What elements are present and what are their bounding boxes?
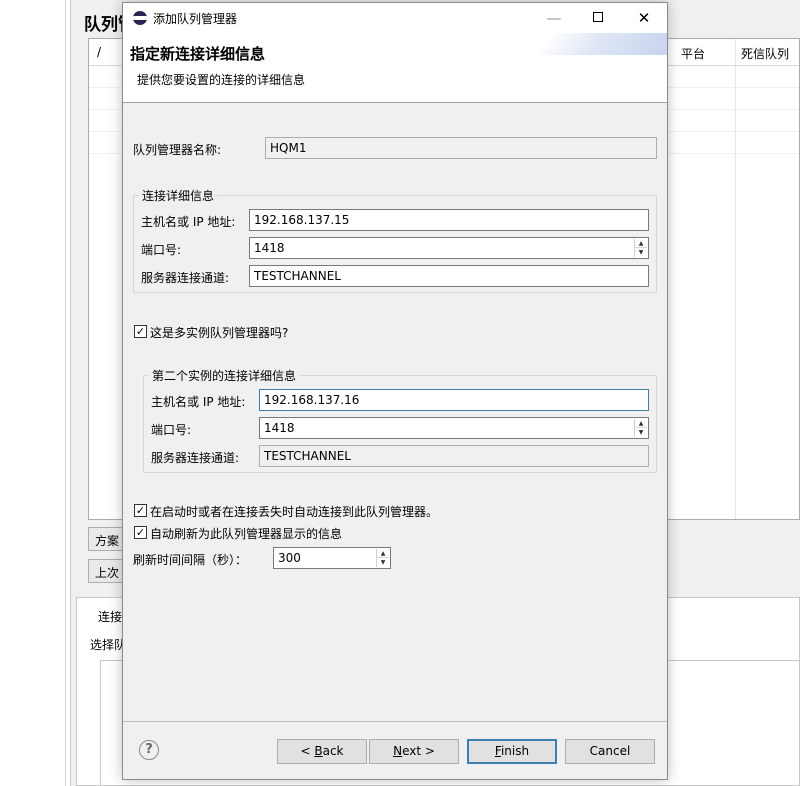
host-label: 主机名或 IP 地址: xyxy=(141,215,236,229)
auto-connect-label[interactable]: 在启动时或者在连接丢失时自动连接到此队列管理器。 xyxy=(150,503,438,520)
second-instance-legend: 第二个实例的连接详细信息 xyxy=(149,367,300,384)
maximize-icon[interactable] xyxy=(575,3,621,33)
wizard-page-title: 指定新连接详细信息 xyxy=(130,45,266,63)
spin-up-icon[interactable]: ▲ xyxy=(635,239,647,248)
qmgr-name-field: HQM1 xyxy=(265,137,657,159)
next-suffix: > xyxy=(421,744,435,758)
add-queue-manager-dialog: 添加队列管理器 — ✕ 指定新连接详细信息 提供您要设置的连接的详细信息 队列管… xyxy=(122,2,668,780)
second-port-label: 端口号: xyxy=(151,423,192,437)
column-divider xyxy=(735,39,736,519)
column-header-sort[interactable]: / xyxy=(97,45,101,59)
help-icon[interactable]: ? xyxy=(139,740,159,760)
wizard-header: 指定新连接详细信息 提供您要设置的连接的详细信息 xyxy=(123,33,667,103)
column-header-dead-letter-queue[interactable]: 死信队列 xyxy=(741,45,789,62)
spin-down-icon[interactable]: ▼ xyxy=(635,428,647,437)
auto-refresh-checkbox[interactable]: ✓ xyxy=(134,526,147,539)
refresh-spin-buttons[interactable]: ▲ ▼ xyxy=(376,549,389,567)
column-header-platform[interactable]: 平台 xyxy=(681,45,705,62)
next-button[interactable]: Next > xyxy=(369,739,459,764)
refresh-interval-spinner[interactable]: 300 ▲ ▼ xyxy=(273,547,391,569)
finish-rest: inish xyxy=(500,744,530,758)
spin-up-icon[interactable]: ▲ xyxy=(377,549,389,558)
back-rest: ack xyxy=(322,744,344,758)
second-port-spinner[interactable]: 1418 ▲ ▼ xyxy=(259,417,649,439)
minimize-icon[interactable]: — xyxy=(531,3,577,33)
spin-up-icon[interactable]: ▲ xyxy=(635,419,647,428)
auto-refresh-label[interactable]: 自动刷新为此队列管理器显示的信息 xyxy=(150,525,342,542)
host-input[interactable]: 192.168.137.15 xyxy=(249,209,649,231)
qmgr-name-label: 队列管理器名称: xyxy=(133,143,222,157)
dialog-titlebar[interactable]: 添加队列管理器 — ✕ xyxy=(123,3,667,33)
finish-button[interactable]: Finish xyxy=(467,739,557,764)
left-strip xyxy=(0,0,66,786)
next-rest: ext xyxy=(402,744,422,758)
select-label: 选择队 xyxy=(90,638,127,652)
refresh-interval-label: 刷新时间间隔（秒）： xyxy=(133,553,248,567)
second-channel-field: TESTCHANNEL xyxy=(259,445,649,467)
back-prefix: < xyxy=(300,744,315,758)
second-port-spin-buttons[interactable]: ▲ ▼ xyxy=(634,419,647,437)
auto-connect-checkbox[interactable]: ✓ xyxy=(134,504,147,517)
port-value: 1418 xyxy=(254,241,285,255)
port-spin-buttons[interactable]: ▲ ▼ xyxy=(634,239,647,257)
second-port-value: 1418 xyxy=(264,421,295,435)
wizard-page-description: 提供您要设置的连接的详细信息 xyxy=(137,73,306,87)
close-icon[interactable]: ✕ xyxy=(621,3,667,33)
second-channel-label: 服务器连接通道: xyxy=(151,451,240,465)
eclipse-app-icon xyxy=(133,11,147,25)
dialog-title: 添加队列管理器 xyxy=(153,12,238,26)
port-spinner[interactable]: 1418 ▲ ▼ xyxy=(249,237,649,259)
multi-instance-label[interactable]: 这是多实例队列管理器吗? xyxy=(150,324,288,341)
refresh-interval-value: 300 xyxy=(278,551,301,565)
second-host-input[interactable]: 192.168.137.16 xyxy=(259,389,649,411)
back-mnemonic: B xyxy=(314,744,323,758)
back-button[interactable]: < Back xyxy=(277,739,367,764)
spin-down-icon[interactable]: ▼ xyxy=(377,558,389,567)
spin-down-icon[interactable]: ▼ xyxy=(635,248,647,257)
second-host-label: 主机名或 IP 地址: xyxy=(151,395,246,409)
connection-details-legend: 连接详细信息 xyxy=(139,187,218,204)
channel-label: 服务器连接通道: xyxy=(141,271,230,285)
footer-separator xyxy=(123,721,667,722)
channel-input[interactable]: TESTCHANNEL xyxy=(249,265,649,287)
multi-instance-checkbox[interactable]: ✓ xyxy=(134,325,147,338)
port-label: 端口号: xyxy=(141,243,182,257)
header-banner-graphic xyxy=(523,33,667,55)
next-mnemonic: N xyxy=(393,744,403,758)
cancel-button[interactable]: Cancel xyxy=(565,739,655,764)
